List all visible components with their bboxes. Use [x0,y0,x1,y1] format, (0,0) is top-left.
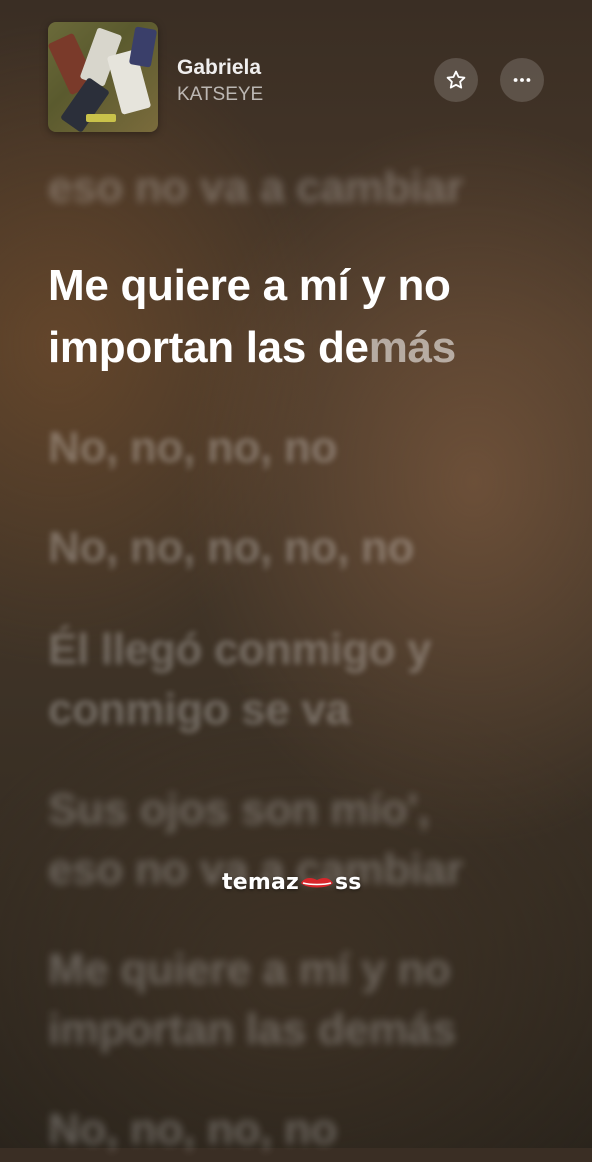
song-info[interactable]: Gabriela KATSEYE [177,55,263,108]
lyric-line[interactable]: Él llegó conmigo y [48,618,568,682]
lyric-line-current[interactable]: Me quiere a mí y no [48,254,568,318]
watermark-text-start: temaz [222,870,300,895]
now-playing-header: Gabriela KATSEYE [48,22,544,132]
album-art[interactable] [48,22,158,132]
star-icon [446,70,466,89]
album-art-car [128,26,158,68]
lyric-line-previous[interactable]: eso no va a cambiar [48,156,568,220]
ellipsis-icon [513,78,531,82]
album-art-label [86,114,116,122]
song-title: Gabriela [177,56,262,79]
lyric-sung-part: importan las de [48,323,369,372]
lyric-line[interactable]: No, no, no, no [48,416,568,480]
lyric-line[interactable]: Me quiere a mí y no [48,938,568,1002]
lyric-line[interactable]: importan las demás [48,998,568,1062]
lyric-line[interactable]: No, no, no, no [48,1098,568,1162]
watermark-text-end: ss [335,870,362,895]
lyric-line-current-2[interactable]: importan las demás [48,316,568,380]
lyric-line[interactable]: No, no, no, no, no [48,516,568,580]
lyric-unsung-part: más [368,323,456,372]
song-artist: KATSEYE [177,84,264,105]
watermark: temaz ss [222,870,362,895]
lips-icon [301,878,334,888]
lyric-line[interactable]: conmigo se va [48,678,568,742]
lyric-line[interactable]: Sus ojos son mío', [48,778,568,842]
favorite-button[interactable] [434,58,478,102]
more-options-button[interactable] [500,58,544,102]
